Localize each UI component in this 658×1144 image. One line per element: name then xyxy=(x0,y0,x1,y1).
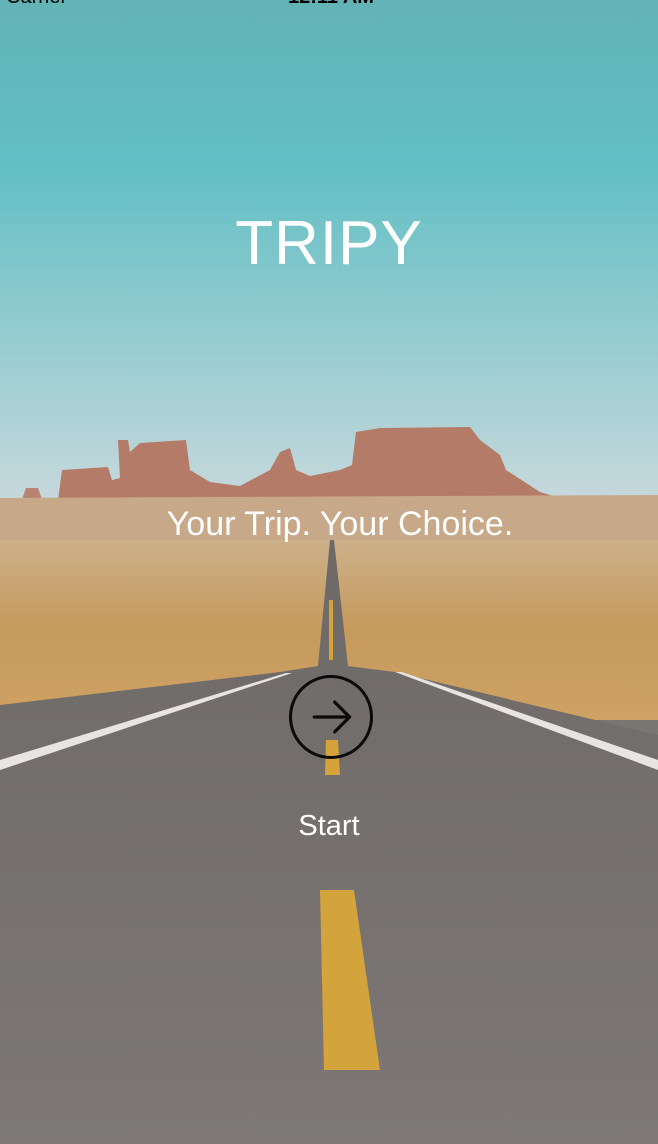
carrier-label: Carrier xyxy=(6,0,67,9)
background-road-photo xyxy=(0,0,658,1144)
status-time: 12:11 AM xyxy=(288,0,374,9)
start-label: Start xyxy=(298,810,360,842)
arrow-right-icon xyxy=(312,700,352,734)
app-title: TRIPY xyxy=(235,209,423,278)
start-button[interactable] xyxy=(289,675,373,759)
app-tagline: Your Trip. Your Choice. xyxy=(166,505,514,543)
status-bar: Carrier 12:11 AM xyxy=(0,0,658,12)
